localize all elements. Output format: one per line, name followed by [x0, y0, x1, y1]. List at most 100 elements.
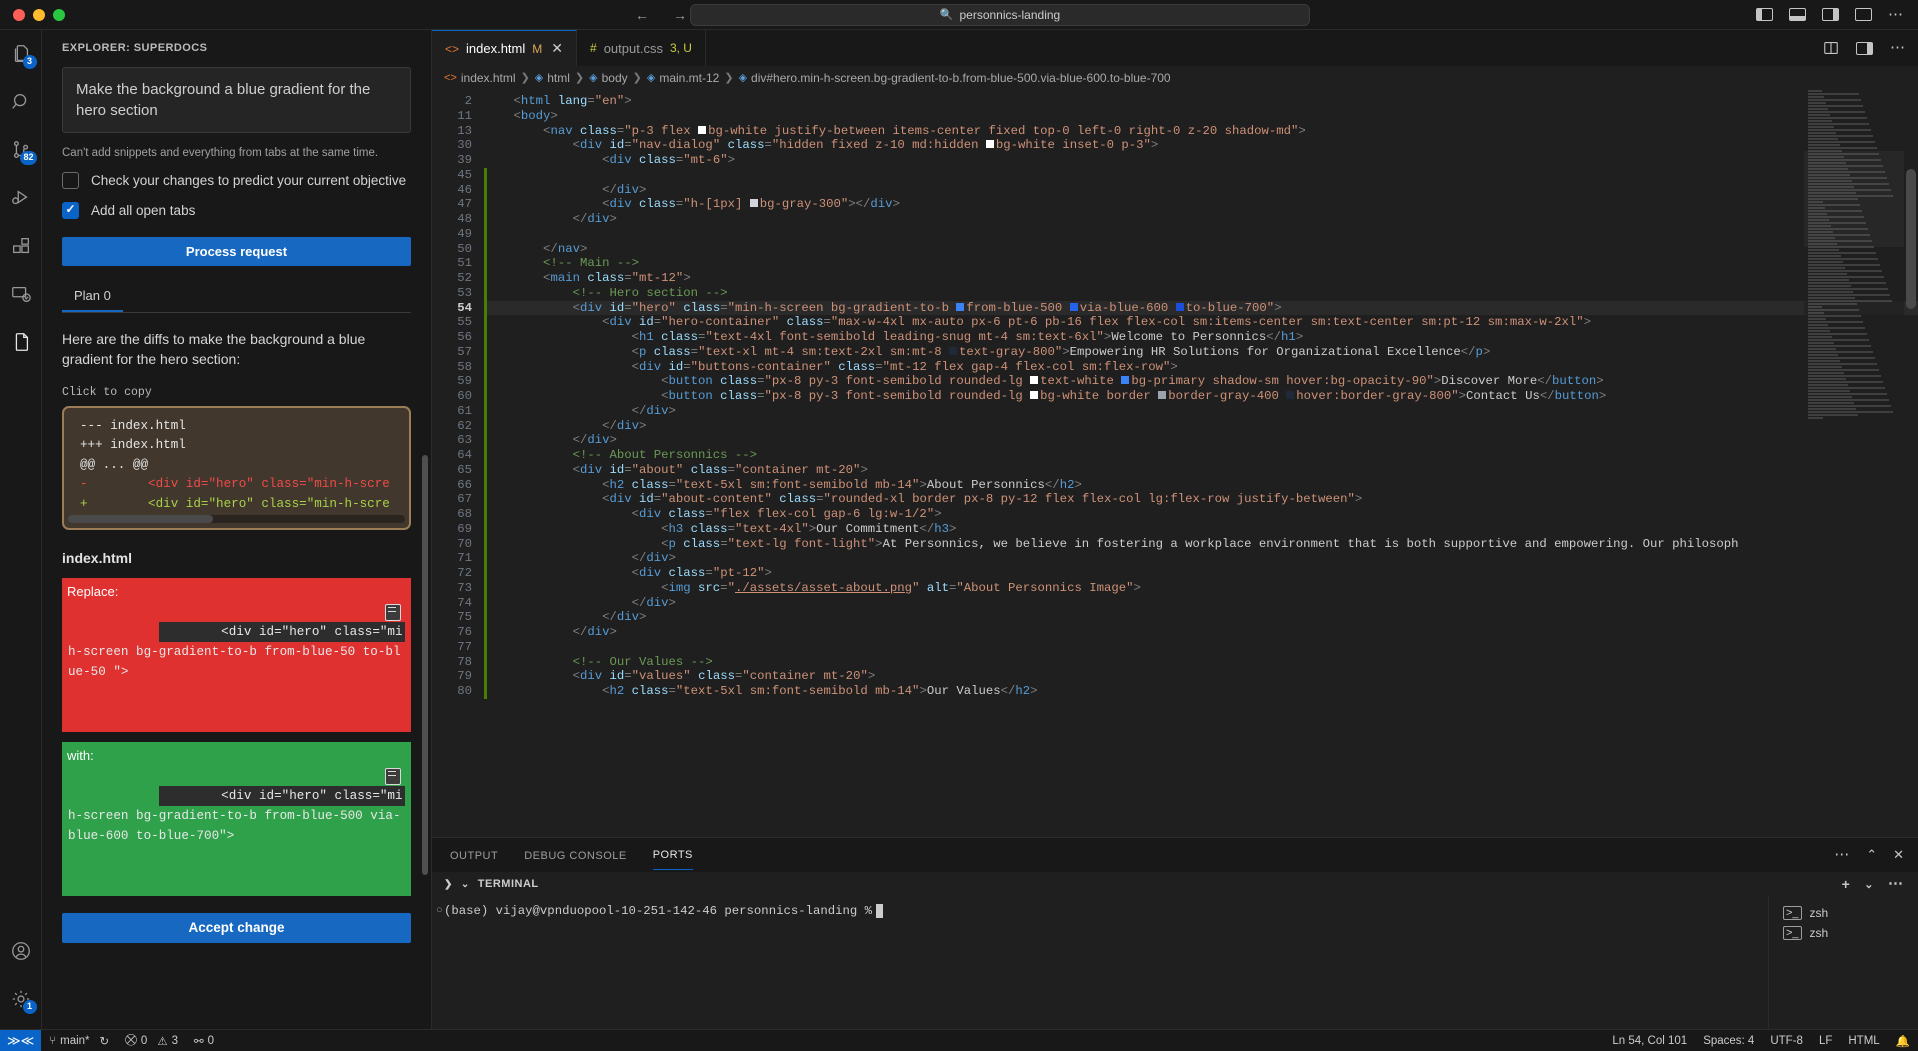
activity-item-settings[interactable]: 1 [0, 975, 42, 1023]
code-line[interactable]: <body> [484, 109, 1918, 124]
status-cursor-position[interactable]: Ln 54, Col 101 [1604, 1030, 1695, 1051]
toggle-primary-sidebar-icon[interactable] [1756, 8, 1773, 21]
chevron-down-icon[interactable]: ⌄ [461, 879, 470, 890]
more-actions-icon[interactable]: ⋯ [1888, 876, 1904, 891]
diff-horizontal-scrollbar[interactable] [68, 514, 405, 523]
code-line[interactable]: <h2 class="text-5xl sm:font-semibold mb-… [484, 684, 1918, 699]
activity-bar[interactable]: 3 82 1 [0, 30, 42, 1029]
terminal-split-handle[interactable]: ○ [436, 904, 443, 916]
code-line[interactable]: <div id="buttons-container" class="mt-12… [484, 360, 1918, 375]
toggle-panel-icon[interactable] [1789, 8, 1806, 21]
code-line[interactable]: <div id="about" class="container mt-20"> [484, 463, 1918, 478]
add-terminal-icon[interactable]: + [1842, 876, 1851, 892]
checkbox-row-predict[interactable]: Check your changes to predict your curre… [62, 172, 411, 189]
code-content[interactable]: <html lang="en"> <body> <nav class="p-3 … [484, 89, 1918, 837]
terminal-tab-list[interactable]: >_ zsh >_ zsh [1768, 896, 1918, 1029]
more-actions-icon[interactable]: ⋯ [1888, 7, 1904, 22]
accept-change-button[interactable]: Accept change [62, 912, 411, 943]
status-ports[interactable]: ⚯ 0 [186, 1030, 222, 1051]
status-branch[interactable]: ⑂ main* ↻ [41, 1030, 117, 1051]
code-line[interactable]: </div> [484, 625, 1918, 640]
side-panel-scrollbar[interactable] [422, 455, 428, 875]
code-line[interactable]: <div id="nav-dialog" class="hidden fixed… [484, 138, 1918, 153]
activity-item-run-and-debug[interactable] [0, 174, 42, 222]
window-controls[interactable] [0, 8, 65, 21]
code-line[interactable]: <main class="mt-12"> [484, 271, 1918, 286]
code-line[interactable]: <h1 class="text-4xl font-semibold leadin… [484, 330, 1918, 345]
activity-item-accounts[interactable] [0, 927, 42, 975]
command-center-search[interactable]: 🔍 personnics-landing [690, 3, 1310, 26]
remote-indicator[interactable]: ≫≪ [0, 1029, 42, 1051]
terminal-body[interactable]: ○ (base) vijay@vpnduopool-10-251-142-46 … [432, 896, 1918, 1029]
with-code[interactable]: <div id="hero" class="mih-screen bg-grad… [62, 766, 411, 886]
code-line[interactable]: <h2 class="text-5xl sm:font-semibold mb-… [484, 478, 1918, 493]
code-line[interactable]: </div> [484, 551, 1918, 566]
toggle-secondary-sidebar-icon[interactable] [1822, 8, 1839, 21]
tab-output-css[interactable]: # output.css 3, U [577, 30, 706, 66]
code-line[interactable]: <div id="hero" class="min-h-screen bg-gr… [484, 300, 1918, 316]
panel-actions[interactable]: ⋯ ⌃ ✕ [1834, 847, 1904, 863]
status-eol[interactable]: LF [1811, 1030, 1840, 1051]
code-line[interactable]: <p class="text-lg font-light">At Personn… [484, 537, 1918, 552]
activity-item-source-control[interactable]: 82 [0, 126, 42, 174]
more-actions-icon[interactable]: ⋯ [1834, 847, 1850, 862]
predict-objective-checkbox[interactable] [62, 172, 79, 189]
code-line[interactable]: <div id="values" class="container mt-20"… [484, 669, 1918, 684]
code-line[interactable]: <!-- Our Values --> [484, 655, 1918, 670]
code-line[interactable]: <nav class="p-3 flex bg-white justify-be… [484, 124, 1918, 139]
code-line[interactable]: <h3 class="text-4xl">Our Commitment</h3> [484, 522, 1918, 537]
minimize-window-button[interactable] [33, 8, 45, 21]
code-line[interactable]: </nav> [484, 242, 1918, 257]
code-line[interactable]: <div id="about-content" class="rounded-x… [484, 492, 1918, 507]
activity-item-remote-explorer[interactable] [0, 270, 42, 318]
code-line[interactable]: <button class="px-8 py-3 font-semibold r… [484, 389, 1918, 404]
minimap[interactable] [1804, 89, 1904, 837]
prompt-input[interactable]: Make the background a blue gradient for … [62, 67, 411, 133]
process-request-button[interactable]: Process request [62, 237, 411, 266]
code-line[interactable]: <button class="px-8 py-3 font-semibold r… [484, 374, 1918, 389]
activity-item-explorer[interactable]: 3 [0, 30, 42, 78]
chevron-down-icon[interactable]: ⌄ [1864, 878, 1874, 891]
minimap-viewport[interactable] [1804, 151, 1904, 247]
tab-index-html[interactable]: <> index.html M ✕ [432, 30, 577, 66]
breadcrumb-item-main[interactable]: ◈ main.mt-12 [647, 71, 720, 85]
status-language-mode[interactable]: HTML [1840, 1030, 1887, 1051]
terminal-output[interactable]: ○ (base) vijay@vpnduopool-10-251-142-46 … [432, 896, 1768, 1029]
back-button[interactable]: ← [635, 7, 649, 23]
add-all-open-tabs-checkbox[interactable] [62, 202, 79, 219]
breadcrumb-item-html[interactable]: ◈ html [535, 71, 570, 85]
code-line[interactable]: </div> [484, 433, 1918, 448]
layout-controls[interactable]: ⋯ [1756, 7, 1904, 22]
activity-item-extensions[interactable] [0, 222, 42, 270]
tab-ports[interactable]: PORTS [652, 840, 693, 870]
split-editor-icon[interactable] [1823, 41, 1839, 55]
tab-plan-0[interactable]: Plan 0 [62, 284, 123, 312]
replace-code[interactable]: <div id="hero" class="mih-screen bg-grad… [62, 602, 411, 722]
code-line[interactable]: <div class="h-[1px] bg-gray-300"></div> [484, 197, 1918, 212]
status-encoding[interactable]: UTF-8 [1762, 1030, 1811, 1051]
more-actions-icon[interactable]: ⋯ [1890, 40, 1906, 55]
activity-item-superdocs[interactable] [0, 318, 42, 366]
breadcrumb-item-body[interactable]: ◈ body [589, 71, 628, 85]
checkbox-row-add-tabs[interactable]: Add all open tabs [62, 202, 411, 219]
maximize-window-button[interactable] [53, 8, 65, 21]
code-line[interactable]: <!-- About Personnics --> [484, 448, 1918, 463]
chevron-right-icon[interactable]: ❯ [444, 879, 453, 890]
code-line[interactable]: </div> [484, 404, 1918, 419]
code-line[interactable]: <div class="flex flex-col gap-6 lg:w-1/2… [484, 507, 1918, 522]
breadcrumb-item-file[interactable]: <> index.html [444, 71, 516, 85]
terminal-actions[interactable]: + ⌄ ⋯ [1842, 876, 1904, 892]
code-line[interactable]: <!-- Hero section --> [484, 286, 1918, 301]
chevron-up-icon[interactable]: ⌃ [1866, 847, 1877, 863]
toggle-secondary-sidebar-icon[interactable] [1856, 41, 1873, 55]
close-icon[interactable]: ✕ [551, 40, 563, 57]
code-line[interactable]: <div class="mt-6"> [484, 153, 1918, 168]
code-line[interactable]: </div> [484, 610, 1918, 625]
copy-icon[interactable] [385, 603, 401, 621]
close-window-button[interactable] [13, 8, 25, 21]
close-icon[interactable]: ✕ [1893, 847, 1904, 863]
bell-icon[interactable]: 🔔 [1888, 1030, 1918, 1051]
code-line[interactable]: <html lang="en"> [484, 94, 1918, 109]
diff-preview-card[interactable]: --- index.html +++ index.html @@ ... @@ … [62, 405, 411, 530]
status-problems[interactable]: ⛒ 0 ⚠ 3 [117, 1030, 186, 1051]
